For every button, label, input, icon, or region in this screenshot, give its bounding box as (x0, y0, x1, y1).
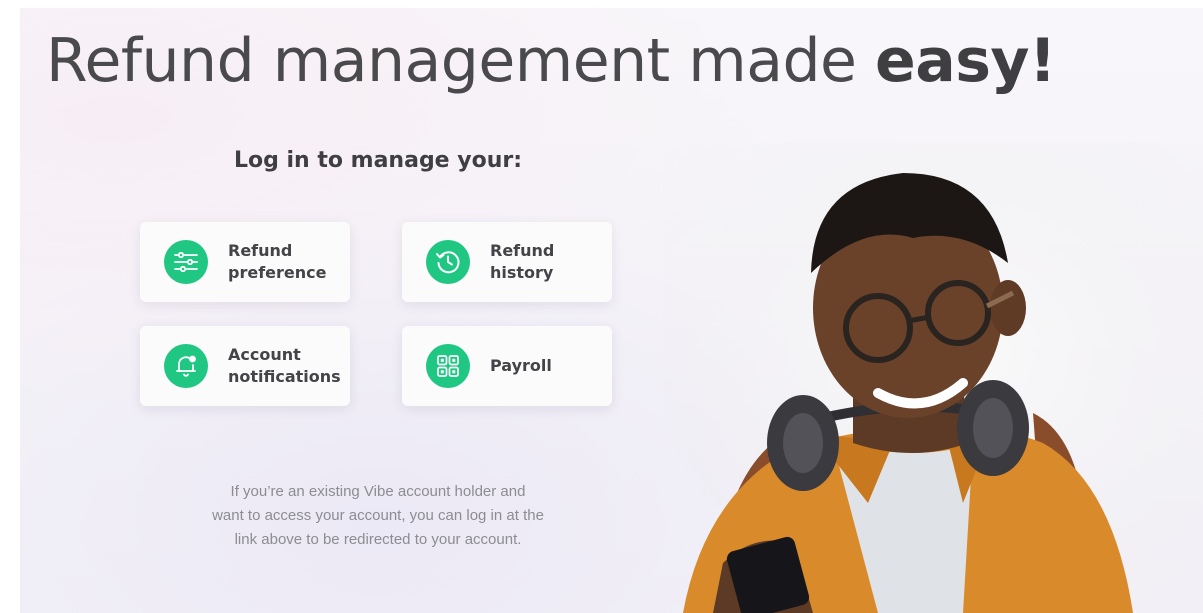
refund-history-card[interactable]: Refund history (402, 222, 612, 302)
refund-preference-card[interactable]: Refund preference (140, 222, 350, 302)
label-line-1: Account (228, 345, 301, 364)
bell-icon (164, 344, 208, 388)
account-notifications-card[interactable]: Account notifications (140, 326, 350, 406)
payroll-card[interactable]: Payroll (402, 326, 612, 406)
refund-history-label: Refund history (490, 240, 600, 284)
history-clock-icon (426, 240, 470, 284)
headline-regular-text: Refund management made (46, 26, 876, 96)
note-line-1: If you’re an existing Vibe account holde… (230, 483, 526, 500)
existing-account-note: If you’re an existing Vibe account holde… (168, 480, 588, 552)
qr-grid-icon (426, 344, 470, 388)
login-subheading: Log in to manage your: (233, 148, 523, 173)
label-line-2: history (490, 263, 554, 282)
account-notifications-label: Account notifications (228, 344, 341, 388)
payroll-label: Payroll (490, 355, 600, 377)
sliders-icon (164, 240, 208, 284)
person-with-phone-photo (663, 143, 1203, 613)
note-line-3: link above to be redirected to your acco… (234, 531, 522, 548)
hero-banner: Refund management made easy! Log in to m… (20, 8, 1203, 613)
label-line-2: preference (228, 263, 327, 282)
headline-bold-text: easy! (875, 26, 1056, 96)
refund-preference-label: Refund preference (228, 240, 338, 284)
label-line-1: Refund (228, 241, 293, 260)
label-line-2: notifications (228, 367, 341, 386)
label-line-1: Refund (490, 241, 555, 260)
label-line-1: Payroll (490, 356, 552, 375)
note-line-2: want to access your account, you can log… (212, 507, 544, 524)
page-title: Refund management made easy! (46, 26, 1056, 96)
